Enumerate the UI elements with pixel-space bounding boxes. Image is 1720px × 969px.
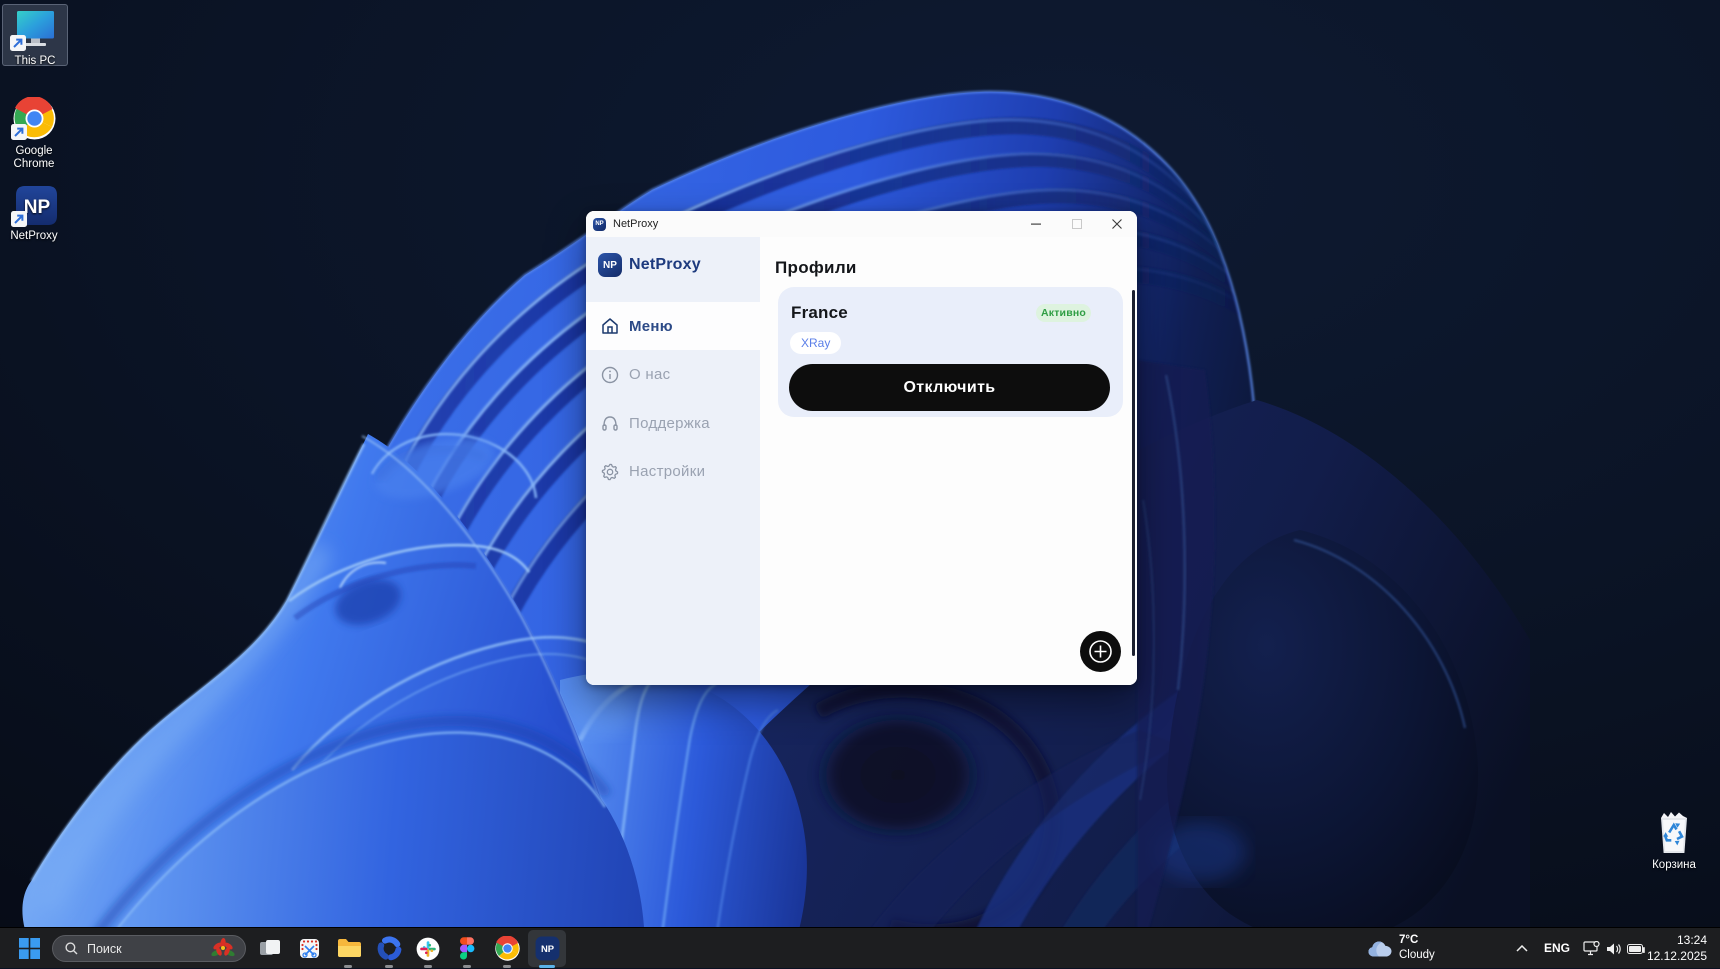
svg-text:NP: NP [540, 944, 553, 955]
svg-text:NP: NP [24, 197, 51, 218]
